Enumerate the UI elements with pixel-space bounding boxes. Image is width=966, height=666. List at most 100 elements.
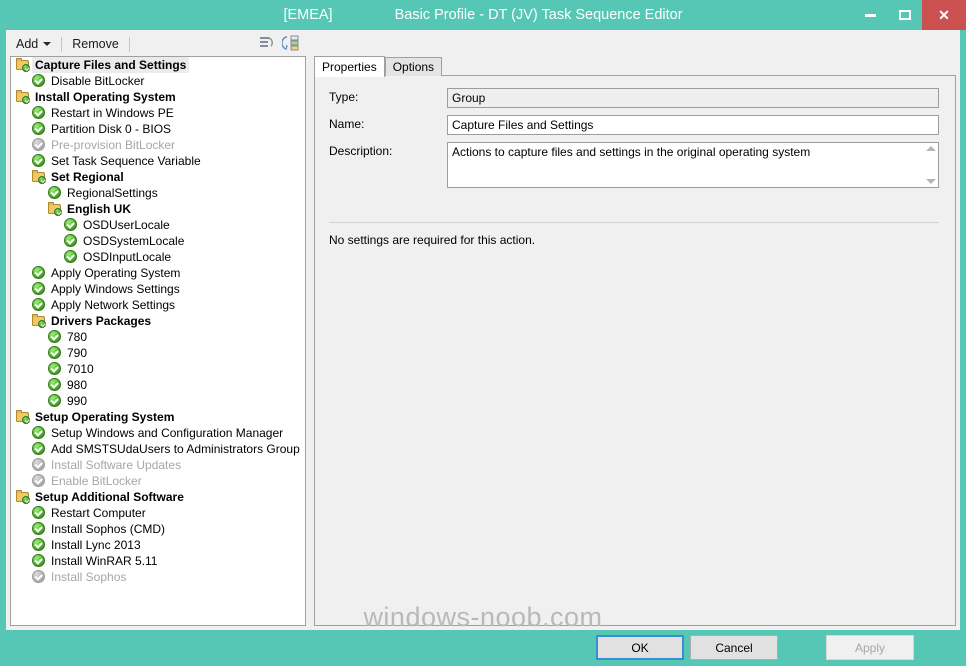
- task-sequence-tree[interactable]: Capture Files and Settings Disable BitLoc…: [10, 56, 306, 626]
- tree-item[interactable]: 990: [11, 393, 305, 409]
- description-input[interactable]: Actions to capture files and settings in…: [447, 142, 939, 188]
- cancel-button[interactable]: Cancel: [690, 635, 778, 660]
- tree-item[interactable]: OSDSystemLocale: [11, 233, 305, 249]
- green-check-icon: [31, 105, 47, 121]
- name-input[interactable]: Capture Files and Settings: [447, 115, 939, 135]
- tree-item-label: Install Sophos: [51, 570, 127, 584]
- tree-item[interactable]: Install Lync 2013: [11, 537, 305, 553]
- close-button[interactable]: ✕: [922, 0, 966, 30]
- tree-item-label: Install Operating System: [35, 90, 176, 104]
- tree-item[interactable]: OSDInputLocale: [11, 249, 305, 265]
- tree-item[interactable]: OSDUserLocale: [11, 217, 305, 233]
- type-label: Type:: [329, 90, 359, 104]
- tree-item-label: Restart in Windows PE: [51, 106, 174, 120]
- green-check-icon: [31, 505, 47, 521]
- green-check-icon: [31, 521, 47, 537]
- tree-item-label: Install Software Updates: [51, 458, 182, 472]
- tab-strip: Properties Options: [314, 56, 443, 77]
- rerun-icon[interactable]: [258, 34, 276, 52]
- tree-item[interactable]: Set Regional: [11, 169, 305, 185]
- maximize-icon: [899, 10, 911, 20]
- scroll-down-icon[interactable]: [925, 179, 936, 184]
- tree-item[interactable]: Drivers Packages: [11, 313, 305, 329]
- tree-item[interactable]: Pre-provision BitLocker: [11, 137, 305, 153]
- folder-status-badge: [38, 176, 46, 184]
- tree-item-label: Set Regional: [51, 170, 124, 184]
- tree-item[interactable]: Add SMSTSUdaUsers to Administrators Grou…: [11, 441, 305, 457]
- description-scrollbar[interactable]: [923, 143, 938, 187]
- tree-item[interactable]: RegionalSettings: [11, 185, 305, 201]
- folder-status-badge: [38, 320, 46, 328]
- green-check-icon: [47, 329, 63, 345]
- green-check-icon: [31, 73, 47, 89]
- tree-item-label: 7010: [67, 362, 94, 376]
- apply-button: Apply: [826, 635, 914, 660]
- tree-item[interactable]: Apply Network Settings: [11, 297, 305, 313]
- green-check-icon: [47, 393, 63, 409]
- description-label: Description:: [329, 144, 393, 158]
- tree-item[interactable]: English UK: [11, 201, 305, 217]
- tree-item[interactable]: Install WinRAR 5.11: [11, 553, 305, 569]
- tab-properties[interactable]: Properties: [314, 56, 385, 77]
- tree-item[interactable]: Install Sophos (CMD): [11, 521, 305, 537]
- window-title: [EMEA] Basic Profile - DT (JV) Task Seque…: [0, 0, 966, 30]
- tree-item-label: RegionalSettings: [67, 186, 158, 200]
- tree-item[interactable]: Setup Operating System: [11, 409, 305, 425]
- tree-item[interactable]: 980: [11, 377, 305, 393]
- toolbar-separator: [61, 36, 63, 52]
- scroll-up-icon[interactable]: [925, 146, 936, 151]
- window-title-text: Basic Profile - DT (JV) Task Sequence Ed…: [394, 7, 683, 23]
- tree-item[interactable]: 790: [11, 345, 305, 361]
- tree-item[interactable]: Capture Files and Settings: [11, 57, 305, 73]
- tree-item[interactable]: Restart in Windows PE: [11, 105, 305, 121]
- tab-options[interactable]: Options: [384, 57, 443, 76]
- toolbar-right-group: [258, 34, 300, 52]
- tree-item-label: 990: [67, 394, 88, 408]
- green-check-icon: [63, 217, 79, 233]
- task-sequence-editor-window: [EMEA] Basic Profile - DT (JV) Task Seque…: [0, 0, 966, 660]
- minimize-button[interactable]: [852, 0, 888, 30]
- tree-item[interactable]: Apply Operating System: [11, 265, 305, 281]
- tree-item[interactable]: Install Software Updates: [11, 457, 305, 473]
- maximize-button[interactable]: [888, 0, 922, 30]
- green-check-icon: [31, 265, 47, 281]
- name-label: Name:: [329, 117, 365, 131]
- green-check-icon: [47, 185, 63, 201]
- folder-status-badge: [22, 64, 30, 72]
- description-input-wrap: Actions to capture files and settings in…: [447, 142, 939, 188]
- grey-check-icon: [31, 473, 47, 489]
- folder-check-icon: [31, 169, 47, 185]
- step-properties-icon[interactable]: [281, 34, 300, 52]
- details-pane: Properties Options Type: Group Name: Cap…: [314, 56, 956, 626]
- green-check-icon: [63, 249, 79, 265]
- dialog-buttons: OK Cancel Apply: [6, 630, 960, 666]
- folder-status-badge: [22, 496, 30, 504]
- green-check-icon: [31, 441, 47, 457]
- tree-item[interactable]: Restart Computer: [11, 505, 305, 521]
- toolbar-separator-2: [128, 36, 130, 52]
- tree-item-label: Install WinRAR 5.11: [51, 554, 158, 568]
- tree-item[interactable]: Apply Windows Settings: [11, 281, 305, 297]
- name-field-row: Name: Capture Files and Settings: [329, 115, 939, 135]
- tree-item[interactable]: Disable BitLocker: [11, 73, 305, 89]
- tree-item[interactable]: Enable BitLocker: [11, 473, 305, 489]
- green-check-icon: [31, 281, 47, 297]
- tree-item-label: Apply Windows Settings: [51, 282, 180, 296]
- add-button[interactable]: Add: [10, 35, 57, 53]
- tree-item-label: English UK: [67, 202, 132, 216]
- client-area: Add Remove Capture Files and Settings Di…: [6, 30, 960, 660]
- tree-item[interactable]: Set Task Sequence Variable: [11, 153, 305, 169]
- tree-item[interactable]: 780: [11, 329, 305, 345]
- grey-check-icon: [31, 137, 47, 153]
- tree-item[interactable]: 7010: [11, 361, 305, 377]
- green-check-icon: [31, 537, 47, 553]
- tree-item[interactable]: Install Sophos: [11, 569, 305, 585]
- ok-button[interactable]: OK: [596, 635, 684, 660]
- tree-item[interactable]: Install Operating System: [11, 89, 305, 105]
- remove-button[interactable]: Remove: [66, 35, 125, 53]
- green-check-icon: [47, 361, 63, 377]
- folder-check-icon: [31, 313, 47, 329]
- tree-item[interactable]: Partition Disk 0 - BIOS: [11, 121, 305, 137]
- tree-item[interactable]: Setup Additional Software: [11, 489, 305, 505]
- tree-item[interactable]: Setup Windows and Configuration Manager: [11, 425, 305, 441]
